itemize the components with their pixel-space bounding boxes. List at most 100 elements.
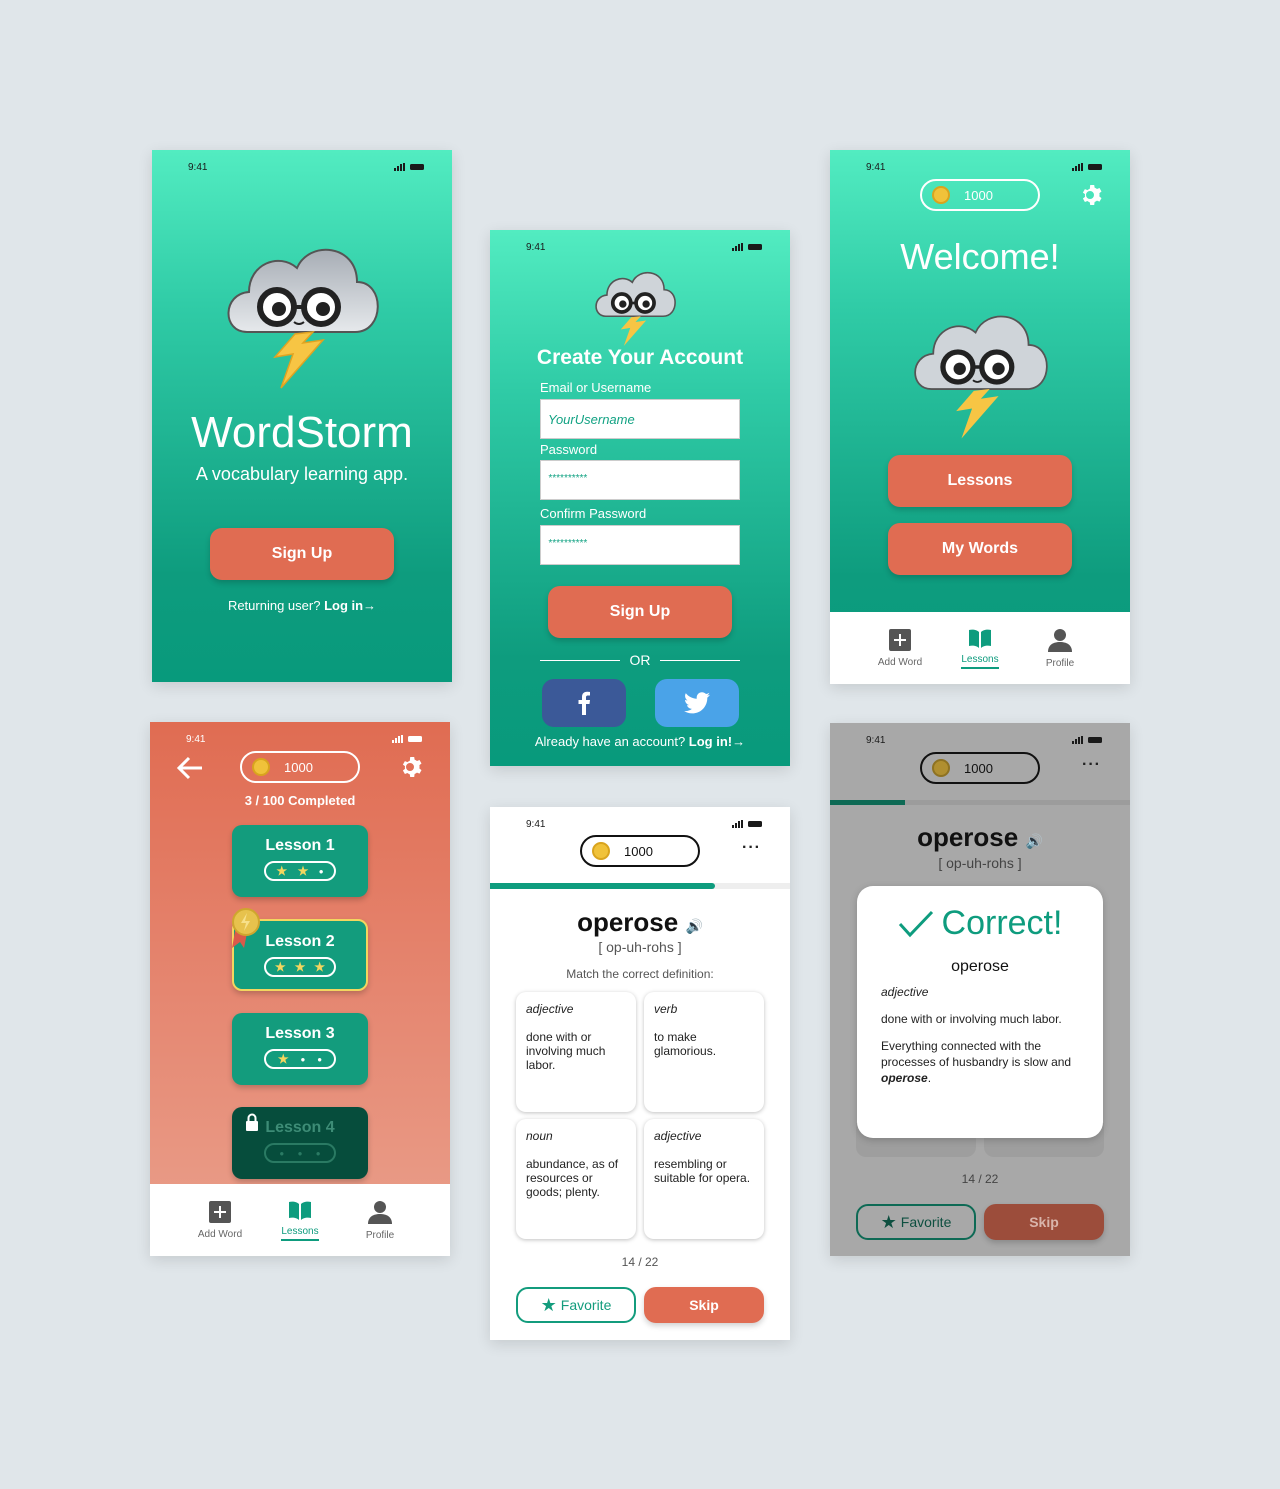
part-of-speech: adjective xyxy=(654,1129,702,1143)
tab-add-word[interactable]: Add Word xyxy=(185,1184,255,1256)
word-title: operose xyxy=(917,822,1019,852)
correct-screen: 9:41 1000 ··· operose 🔊 [ op-uh-rohs ] C… xyxy=(830,723,1130,1256)
email-label: Email or Username xyxy=(540,380,652,395)
login-link[interactable]: Log in→ xyxy=(324,598,376,613)
coin-count: 1000 xyxy=(624,843,653,859)
definition: abundance, as of resources or goods; ple… xyxy=(526,1157,619,1199)
tab-profile[interactable]: Profile xyxy=(1025,612,1095,684)
coin-count: 1000 xyxy=(284,759,313,775)
progress-track xyxy=(830,800,1130,805)
signup-button[interactable]: Sign Up xyxy=(548,586,732,638)
question-counter: 14 / 22 xyxy=(621,1255,659,1269)
app-subtitle: A vocabulary learning app. xyxy=(195,464,409,484)
cloud-mascot-icon xyxy=(227,248,379,389)
facebook-button[interactable] xyxy=(542,679,626,727)
lessons-screen: 9:41 1000 3 / 100 Completed Lesson 1 ★ ★ ●… xyxy=(150,722,450,1256)
confirm-password-field[interactable]: ********** xyxy=(540,525,740,565)
lesson-label: Lesson 1 xyxy=(265,837,335,854)
coin-balance[interactable]: 1000 xyxy=(580,835,700,867)
lock-icon xyxy=(246,1113,258,1131)
status-time: 9:41 xyxy=(526,242,546,253)
speaker-icon[interactable]: 🔊 xyxy=(685,918,702,934)
skip-button[interactable]: Skip xyxy=(644,1287,764,1323)
coin-icon xyxy=(932,186,950,204)
welcome-title: Welcome! xyxy=(900,236,1060,277)
progress-track xyxy=(490,883,790,889)
option-card[interactable]: adjective done with or involving much la… xyxy=(516,992,636,1112)
add-icon xyxy=(889,628,911,651)
coin-count: 1000 xyxy=(964,187,993,203)
returning-user-link[interactable]: Returning user? Log in→ xyxy=(152,598,452,613)
speaker-icon[interactable]: 🔊 xyxy=(1025,833,1042,849)
password-label: Password xyxy=(540,442,598,457)
battery-icon xyxy=(408,736,422,742)
tab-label: Add Word xyxy=(197,1228,243,1240)
lesson-card-1[interactable]: Lesson 1 ★ ★ ● xyxy=(232,825,368,897)
coin-balance[interactable]: 1000 xyxy=(920,179,1040,211)
coin-icon xyxy=(932,759,950,777)
email-field[interactable]: YourUsername xyxy=(540,399,740,439)
person-icon xyxy=(1048,628,1072,652)
lesson-label: Lesson 3 xyxy=(265,1025,335,1042)
more-menu-icon[interactable]: ··· xyxy=(742,839,761,857)
tab-lessons[interactable]: Lessons xyxy=(265,1184,335,1256)
battery-icon xyxy=(410,164,424,170)
already-account-row[interactable]: Already have an account? Log in!→ xyxy=(490,734,790,749)
back-arrow-icon[interactable] xyxy=(176,756,204,780)
tab-label: Lessons xyxy=(961,654,999,669)
definition: to make glamorious. xyxy=(654,1030,717,1058)
coin-balance[interactable]: 1000 xyxy=(920,752,1040,784)
lesson-card-3[interactable]: Lesson 3 ★ ● ● xyxy=(232,1013,368,1085)
correct-modal: Correct! operose adjective done with or … xyxy=(857,886,1103,1138)
star-rating: ★ ★ ★ xyxy=(264,957,336,977)
star-rating: ★ ★ ● xyxy=(264,861,336,881)
star-rating: ● ● ● xyxy=(264,1143,336,1163)
progress-fill xyxy=(830,800,905,805)
favorite-button[interactable]: ★ Favorite xyxy=(516,1287,636,1323)
correct-title: Correct! xyxy=(941,904,1063,942)
confirm-password-label: Confirm Password xyxy=(540,506,647,521)
signup-button[interactable]: Sign Up xyxy=(210,528,394,580)
login-link[interactable]: Log in!→ xyxy=(689,734,745,749)
my-words-button[interactable]: My Words xyxy=(888,523,1072,575)
twitter-button[interactable] xyxy=(655,679,739,727)
welcome-screen: 9:41 1000 Welcome! Lessons My Words Add … xyxy=(830,150,1130,684)
option-card[interactable]: adjective resembling or suitable for ope… xyxy=(644,1119,764,1239)
lessons-button[interactable]: Lessons xyxy=(888,455,1072,507)
question-counter: 14 / 22 xyxy=(961,1172,999,1186)
splash-screen: 9:41 WordStorm A vocabulary learning app… xyxy=(152,150,452,682)
more-menu-icon[interactable]: ··· xyxy=(1082,756,1101,774)
example-sentence: Everything connected with the processes … xyxy=(881,1038,1087,1086)
status-bar: 9:41 xyxy=(150,722,450,754)
tab-lessons[interactable]: Lessons xyxy=(945,612,1015,684)
battery-icon xyxy=(1088,737,1102,743)
definition: done with or involving much labor. xyxy=(526,1030,606,1072)
already-account-text: Already have an account? xyxy=(534,734,689,749)
tab-bar: Add Word Lessons Profile xyxy=(830,612,1130,684)
star-icon: ★ xyxy=(540,1294,557,1315)
divider-right xyxy=(660,660,740,661)
gear-icon[interactable] xyxy=(400,755,424,779)
status-time: 9:41 xyxy=(186,734,206,745)
tab-label: Lessons xyxy=(281,1226,319,1241)
page-title: Create Your Account xyxy=(536,346,744,369)
part-of-speech: verb xyxy=(654,1002,678,1016)
word-row: operose 🔊 xyxy=(830,822,1130,853)
tab-add-word[interactable]: Add Word xyxy=(865,612,935,684)
twitter-icon xyxy=(684,692,710,714)
tab-profile[interactable]: Profile xyxy=(345,1184,415,1256)
favorite-button[interactable]: ★ Favorite xyxy=(856,1204,976,1240)
gear-icon[interactable] xyxy=(1080,183,1104,207)
skip-button[interactable]: Skip xyxy=(984,1204,1104,1240)
definition: resembling or suitable for opera. xyxy=(654,1157,751,1185)
password-field[interactable]: ********** xyxy=(540,460,740,500)
cloud-mascot-icon xyxy=(595,272,676,346)
add-icon xyxy=(209,1200,231,1223)
option-card[interactable]: noun abundance, as of resources or goods… xyxy=(516,1119,636,1239)
app-title: WordStorm xyxy=(191,408,413,457)
option-card[interactable]: verb to make glamorious. xyxy=(644,992,764,1112)
coin-balance[interactable]: 1000 xyxy=(240,751,360,783)
part-of-speech: noun xyxy=(526,1129,553,1143)
word-title: operose xyxy=(577,907,679,937)
returning-user-text: Returning user? xyxy=(227,598,325,613)
